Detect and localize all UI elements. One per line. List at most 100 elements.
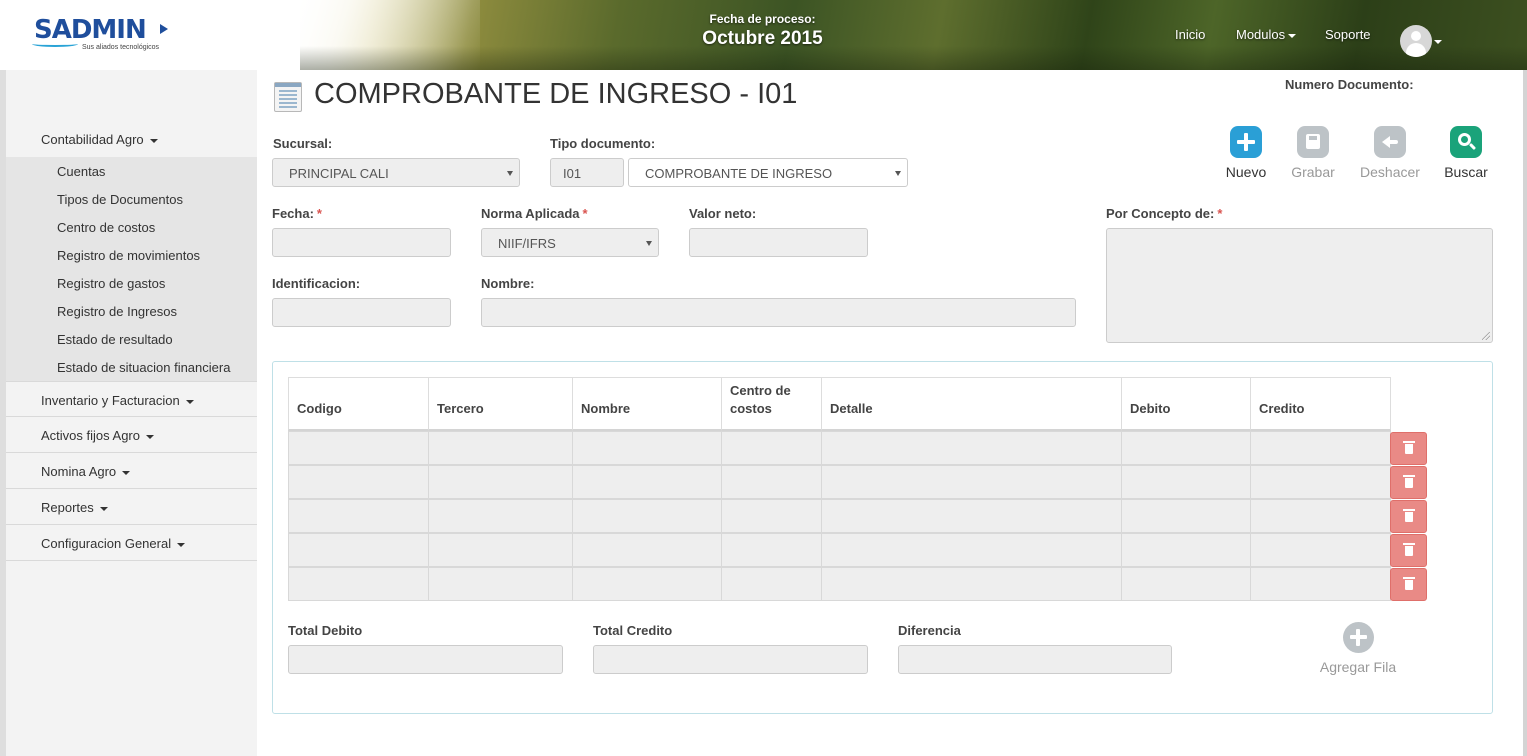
table-cell-centro-costos[interactable]	[721, 533, 822, 567]
table-cell-tercero[interactable]	[428, 431, 573, 465]
identificacion-input[interactable]	[272, 298, 451, 327]
nav-soporte[interactable]: Soporte	[1325, 27, 1371, 42]
nav-inicio-label: Inicio	[1175, 27, 1206, 42]
buscar-button[interactable]: Buscar	[1426, 126, 1506, 180]
tipo-documento-select[interactable]: COMPROBANTE DE INGRESO	[628, 158, 908, 187]
sidebar-group-configuracion[interactable]: Configuracion General	[6, 525, 257, 561]
table-cell-nombre[interactable]	[572, 533, 722, 567]
sadmin-logo[interactable]: SADMIN Sus aliados tecnológicos	[32, 15, 174, 55]
user-avatar-icon[interactable]	[1400, 25, 1432, 57]
sidebar-item-registro-movimientos[interactable]: Registro de movimientos	[57, 248, 200, 263]
grabar-button[interactable]: Grabar	[1273, 126, 1353, 180]
sidebar: Contabilidad Agro Cuentas Tipos de Docum…	[0, 70, 257, 756]
plus-icon	[1230, 126, 1262, 158]
table-cell-debito[interactable]	[1121, 533, 1251, 567]
logo-arrow-icon	[160, 24, 168, 34]
sucursal-value: PRINCIPAL CALI	[289, 166, 389, 181]
process-date-panel: Fecha de proceso: Octubre 2015	[680, 12, 845, 50]
required-mark: *	[582, 206, 588, 221]
table-cell-tercero[interactable]	[428, 533, 573, 567]
sidebar-group-activos[interactable]: Activos fijos Agro	[6, 417, 257, 453]
nav-modulos[interactable]: Modulos	[1236, 27, 1297, 42]
table-cell-credito[interactable]	[1250, 567, 1391, 601]
table-cell-codigo[interactable]	[288, 499, 429, 533]
select-caret-icon	[507, 171, 513, 176]
diferencia-input[interactable]	[898, 645, 1172, 674]
table-cell-nombre[interactable]	[572, 431, 722, 465]
agregar-fila-button[interactable]: Agregar Fila	[1312, 622, 1404, 675]
table-cell-debito[interactable]	[1121, 465, 1251, 499]
sidebar-item-estado-situacion[interactable]: Estado de situacion financiera	[57, 360, 230, 375]
total-debito-label: Total Debito	[288, 623, 363, 638]
table-cell-tercero[interactable]	[428, 499, 573, 533]
table-cell-debito[interactable]	[1121, 431, 1251, 465]
valor-neto-input[interactable]	[689, 228, 868, 257]
valor-neto-label: Valor neto:	[689, 206, 757, 221]
table-header-nombre: Nombre	[572, 377, 722, 431]
sidebar-group-reportes[interactable]: Reportes	[6, 489, 257, 525]
sidebar-group-contabilidad[interactable]: Contabilidad Agro	[6, 121, 257, 157]
table-cell-credito[interactable]	[1250, 431, 1391, 465]
concepto-textarea[interactable]	[1106, 228, 1493, 343]
table-cell-tercero[interactable]	[428, 465, 573, 499]
table-cell-detalle[interactable]	[821, 533, 1122, 567]
table-cell-debito[interactable]	[1121, 499, 1251, 533]
trash-icon	[1403, 441, 1415, 454]
deshacer-button[interactable]: Deshacer	[1350, 126, 1430, 180]
sidebar-group-nomina[interactable]: Nomina Agro	[6, 453, 257, 489]
select-caret-icon	[646, 241, 652, 246]
sidebar-group-inventario[interactable]: Inventario y Facturacion	[6, 381, 257, 417]
chevron-down-icon	[177, 542, 186, 547]
norma-select[interactable]: NIIF/IFRS	[481, 228, 659, 257]
total-credito-input[interactable]	[593, 645, 868, 674]
norma-label: Norma Aplicada *	[481, 206, 588, 221]
table-cell-credito[interactable]	[1250, 533, 1391, 567]
table-cell-nombre[interactable]	[572, 567, 722, 601]
process-date-value: Octubre 2015	[702, 28, 823, 49]
sucursal-label: Sucursal:	[273, 136, 333, 151]
nav-inicio[interactable]: Inicio	[1175, 27, 1205, 42]
table-cell-codigo[interactable]	[288, 567, 429, 601]
table-cell-tercero[interactable]	[428, 567, 573, 601]
table-cell-credito[interactable]	[1250, 465, 1391, 499]
nombre-input[interactable]	[481, 298, 1076, 327]
table-cell-credito[interactable]	[1250, 499, 1391, 533]
table-cell-centro-costos[interactable]	[721, 499, 822, 533]
chevron-down-icon	[149, 138, 158, 143]
delete-row-button[interactable]	[1390, 432, 1427, 465]
table-cell-nombre[interactable]	[572, 499, 722, 533]
sucursal-select[interactable]: PRINCIPAL CALI	[272, 158, 520, 187]
delete-row-button[interactable]	[1390, 500, 1427, 533]
sidebar-item-cuentas[interactable]: Cuentas	[57, 164, 105, 179]
fecha-input[interactable]	[272, 228, 451, 257]
sidebar-item-registro-gastos[interactable]: Registro de gastos	[57, 276, 165, 291]
nav-modulos-label: Modulos	[1236, 27, 1286, 42]
delete-row-button[interactable]	[1390, 534, 1427, 567]
tipo-documento-code: I01	[550, 158, 624, 187]
table-header-tercero: Tercero	[428, 377, 573, 431]
table-cell-codigo[interactable]	[288, 431, 429, 465]
table-cell-detalle[interactable]	[821, 567, 1122, 601]
sidebar-item-centro-costos[interactable]: Centro de costos	[57, 220, 155, 235]
table-cell-detalle[interactable]	[821, 465, 1122, 499]
table-cell-centro-costos[interactable]	[721, 431, 822, 465]
delete-row-button[interactable]	[1390, 466, 1427, 499]
delete-row-button[interactable]	[1390, 568, 1427, 601]
search-icon	[1450, 126, 1482, 158]
sidebar-item-estado-resultado[interactable]: Estado de resultado	[57, 332, 173, 347]
table-cell-codigo[interactable]	[288, 465, 429, 499]
table-cell-nombre[interactable]	[572, 465, 722, 499]
chevron-down-icon	[185, 399, 194, 404]
concepto-label: Por Concepto de: *	[1106, 206, 1223, 221]
table-cell-codigo[interactable]	[288, 533, 429, 567]
nav-soporte-label: Soporte	[1325, 27, 1371, 42]
user-menu-chevron-icon[interactable]	[1434, 40, 1442, 44]
sidebar-item-tipos-documentos[interactable]: Tipos de Documentos	[57, 192, 183, 207]
table-cell-debito[interactable]	[1121, 567, 1251, 601]
table-cell-centro-costos[interactable]	[721, 465, 822, 499]
table-cell-centro-costos[interactable]	[721, 567, 822, 601]
table-cell-detalle[interactable]	[821, 431, 1122, 465]
sidebar-item-registro-ingresos[interactable]: Registro de Ingresos	[57, 304, 177, 319]
table-cell-detalle[interactable]	[821, 499, 1122, 533]
total-debito-input[interactable]	[288, 645, 563, 674]
